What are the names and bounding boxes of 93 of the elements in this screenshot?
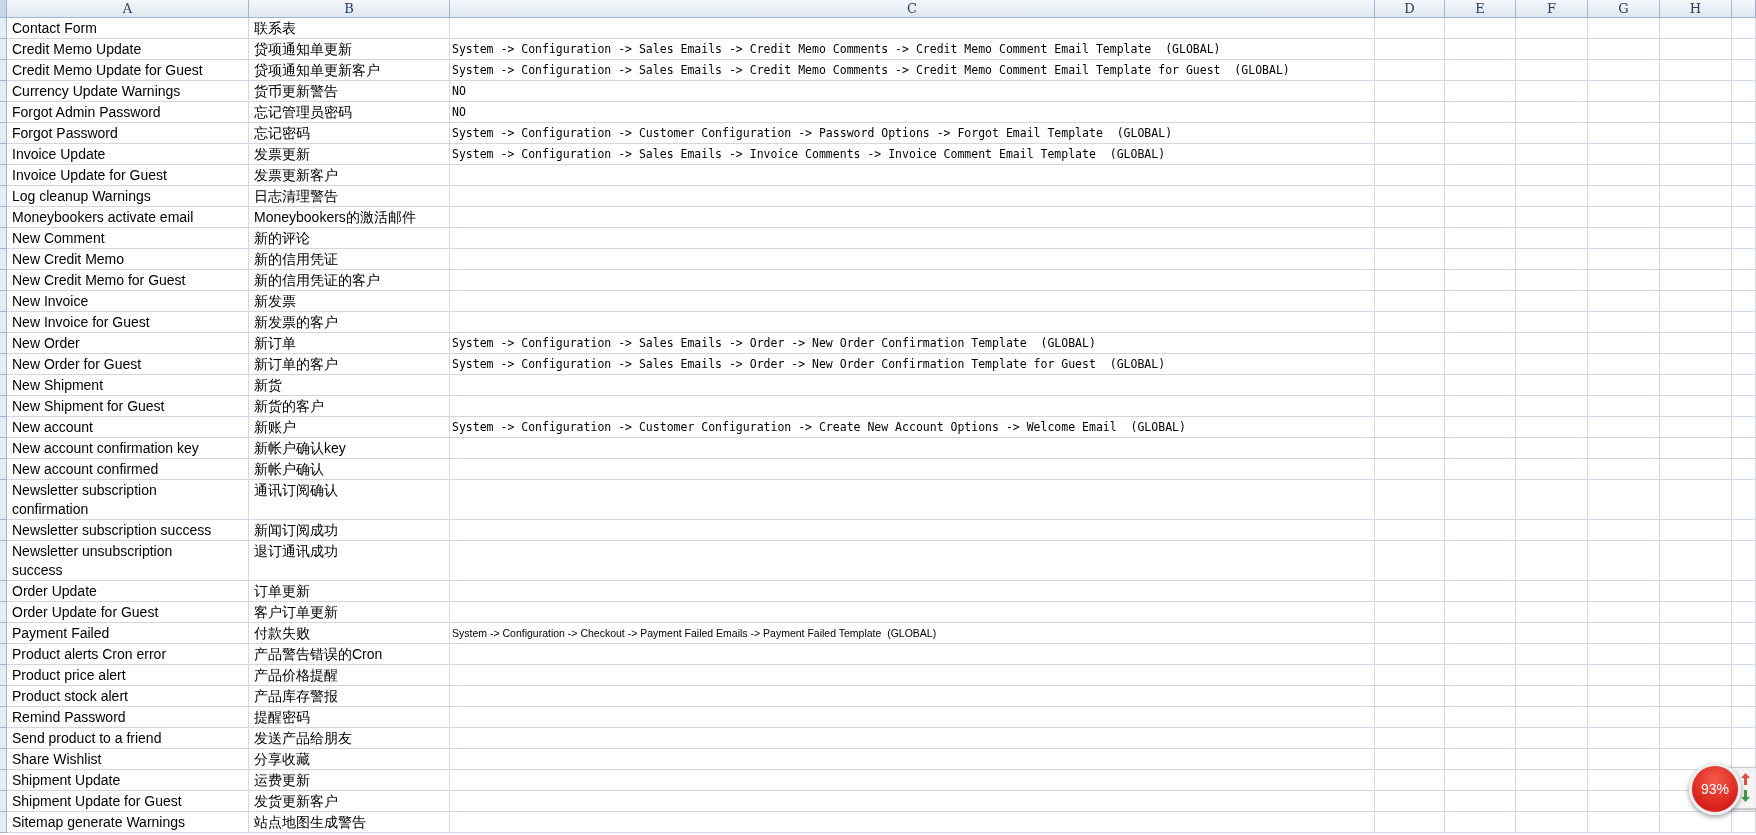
zoom-badge[interactable]: 93%	[1689, 763, 1741, 815]
table-cell: New account confirmed	[7, 459, 249, 480]
table-cell: 新的信用凭证的客户	[249, 270, 450, 291]
column-header[interactable]: G	[1588, 0, 1660, 18]
table-cell: Log cleanup Warnings	[7, 186, 249, 207]
column-header[interactable]: C	[450, 0, 1375, 18]
table-cell: System -> Configuration -> Sales Emails -> Order -> New Order Confirmation Template for Guest (GLOBAL)	[450, 354, 1375, 375]
table-cell: 付款失败	[249, 623, 450, 644]
table-cell: 提醒密码	[249, 707, 450, 728]
table-cell: 分享收藏	[249, 749, 450, 770]
table-cell: 新订单	[249, 333, 450, 354]
table-cell: 产品库存警报	[249, 686, 450, 707]
table-cell: Order Update for Guest	[7, 602, 249, 623]
table-cell: 贷项通知单更新客户	[249, 60, 450, 81]
table-cell: 新账户	[249, 417, 450, 438]
table-cell: 客户订单更新	[249, 602, 450, 623]
table-cell: Moneybookers activate email	[7, 207, 249, 228]
table-cell: Send product to a friend	[7, 728, 249, 749]
table-cell: 产品警告错误的Cron	[249, 644, 450, 665]
table-cell: Payment Failed	[7, 623, 249, 644]
table-cell: New Shipment for Guest	[7, 396, 249, 417]
table-cell: 订单更新	[249, 581, 450, 602]
table-cell: System -> Configuration -> Sales Emails -> Invoice Comments -> Invoice Comment Email Template (GLOBAL)	[450, 144, 1375, 165]
table-cell: 新帐户确认key	[249, 438, 450, 459]
table-cell: 新的信用凭证	[249, 249, 450, 270]
column-header[interactable]: F	[1516, 0, 1588, 18]
table-cell: 新发票	[249, 291, 450, 312]
table-cell: Newsletter unsubscription success	[7, 541, 249, 581]
table-cell: Invoice Update for Guest	[7, 165, 249, 186]
column-header[interactable]: D	[1375, 0, 1445, 18]
table-cell: 新帐户确认	[249, 459, 450, 480]
table-cell: New Order for Guest	[7, 354, 249, 375]
table-cell: 新的评论	[249, 228, 450, 249]
table-cell: Contact Form	[7, 18, 249, 39]
table-cell: 日志清理警告	[249, 186, 450, 207]
table-cell: 新订单的客户	[249, 354, 450, 375]
table-cell: New account confirmation key	[7, 438, 249, 459]
column-header[interactable]: H	[1660, 0, 1732, 18]
table-cell: 运费更新	[249, 770, 450, 791]
table-cell: System -> Configuration -> Sales Emails -> Order -> New Order Confirmation Template (GLOBAL)	[450, 333, 1375, 354]
table-cell: 发票更新客户	[249, 165, 450, 186]
table-cell: 通讯订阅确认	[249, 480, 450, 520]
column-header[interactable]: B	[249, 0, 450, 18]
table-cell: New Comment	[7, 228, 249, 249]
table-cell: New Invoice	[7, 291, 249, 312]
column-header[interactable]: E	[1445, 0, 1516, 18]
table-cell: System -> Configuration -> Checkout -> Payment Failed Emails -> Payment Failed Template (GLOBAL)	[450, 623, 1375, 644]
table-cell: New Shipment	[7, 375, 249, 396]
table-cell: 发送产品给朋友	[249, 728, 450, 749]
table-cell: 新发票的客户	[249, 312, 450, 333]
table-cell: NO	[450, 102, 1375, 123]
table-cell: New Order	[7, 333, 249, 354]
table-cell: Newsletter subscription success	[7, 520, 249, 541]
table-cell: 发货更新客户	[249, 791, 450, 812]
table-cell: Forgot Password	[7, 123, 249, 144]
table-cell: Currency Update Warnings	[7, 81, 249, 102]
table-cell: Product stock alert	[7, 686, 249, 707]
table-cell: 忘记密码	[249, 123, 450, 144]
table-cell: New Credit Memo for Guest	[7, 270, 249, 291]
table-cell: System -> Configuration -> Customer Configuration -> Password Options -> Forgot Email Template (GLOBAL)	[450, 123, 1375, 144]
table-cell: Moneybookers的激活邮件	[249, 207, 450, 228]
table-cell: Forgot Admin Password	[7, 102, 249, 123]
table-cell: 发票更新	[249, 144, 450, 165]
table-cell: 站点地图生成警告	[249, 812, 450, 833]
column-header[interactable]: A	[7, 0, 249, 18]
table-cell: Sitemap generate Warnings	[7, 812, 249, 833]
table-cell: Product price alert	[7, 665, 249, 686]
table-cell: 新货	[249, 375, 450, 396]
table-cell: Shipment Update for Guest	[7, 791, 249, 812]
table-cell: New Invoice for Guest	[7, 312, 249, 333]
table-cell: 联系表	[249, 18, 450, 39]
table-cell: New account	[7, 417, 249, 438]
table-cell: 退订通讯成功	[249, 541, 450, 581]
table-cell: Remind Password	[7, 707, 249, 728]
table-cell: Credit Memo Update for Guest	[7, 60, 249, 81]
table-cell: Share Wishlist	[7, 749, 249, 770]
table-cell: Invoice Update	[7, 144, 249, 165]
table-cell: NO	[450, 81, 1375, 102]
table-cell: Newsletter subscription confirmation	[7, 480, 249, 520]
table-cell: 贷项通知单更新	[249, 39, 450, 60]
table-cell: 忘记管理员密码	[249, 102, 450, 123]
table-cell: 新闻订阅成功	[249, 520, 450, 541]
table-cell: 新货的客户	[249, 396, 450, 417]
table-cell: 货币更新警告	[249, 81, 450, 102]
table-cell: 产品价格提醒	[249, 665, 450, 686]
table-cell: System -> Configuration -> Sales Emails -> Credit Memo Comments -> Credit Memo Comment Email Template (GLOBAL)	[450, 39, 1375, 60]
table-cell: New Credit Memo	[7, 249, 249, 270]
table-cell: Order Update	[7, 581, 249, 602]
table-cell: System -> Configuration -> Customer Configuration -> Create New Account Options -> Welcome Email (GLOBAL)	[450, 417, 1375, 438]
table-cell: System -> Configuration -> Sales Emails -> Credit Memo Comments -> Credit Memo Comment Email Template for Guest (GLOBAL)	[450, 60, 1375, 81]
table-cell: Shipment Update	[7, 770, 249, 791]
table-cell: Credit Memo Update	[7, 39, 249, 60]
table-cell: Product alerts Cron error	[7, 644, 249, 665]
